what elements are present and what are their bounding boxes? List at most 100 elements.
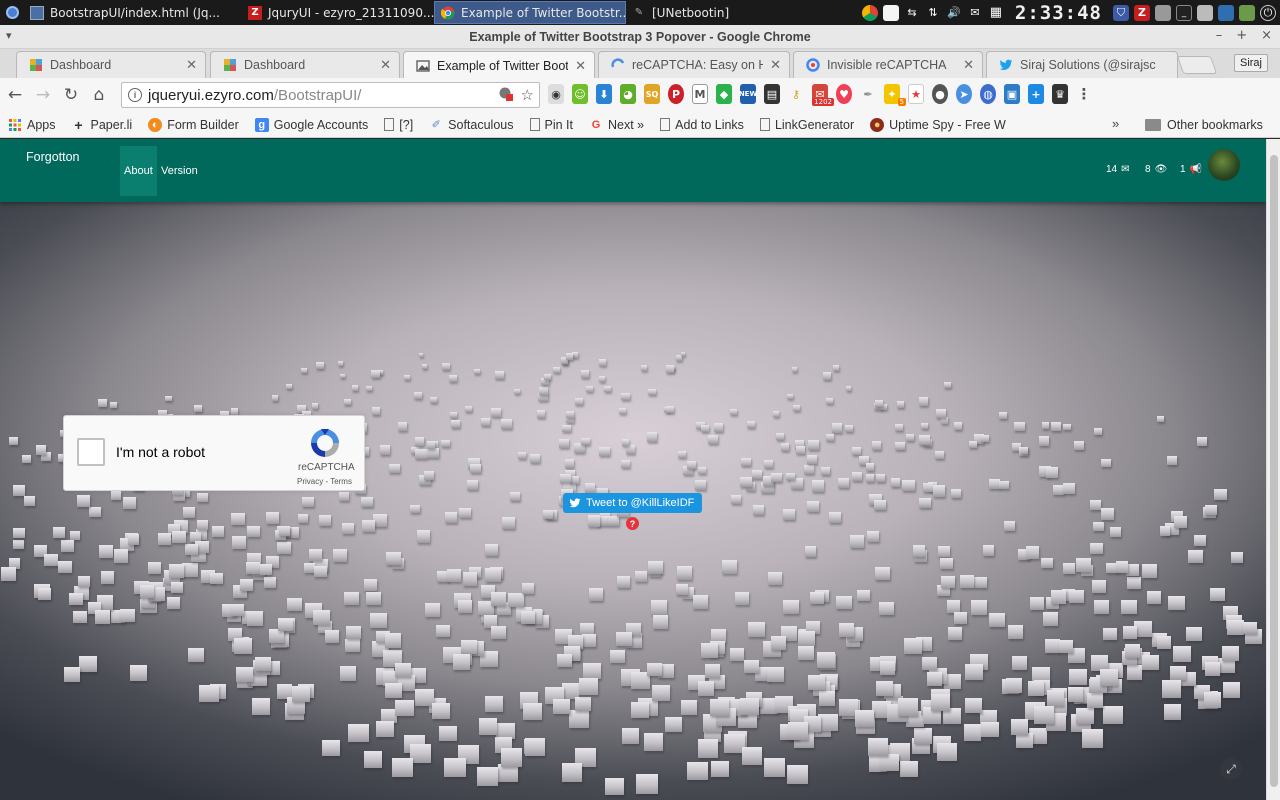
transfer-arrows-icon[interactable]: ⇅	[925, 5, 941, 21]
link-extension-icon[interactable]: ➤	[956, 84, 972, 104]
forward-button[interactable]: →	[30, 82, 56, 108]
background-cube	[339, 373, 345, 379]
folder-tray-icon[interactable]	[1155, 4, 1171, 21]
crown-extension-icon[interactable]: ♛	[1052, 84, 1068, 104]
scrollbar-thumb[interactable]	[1270, 155, 1278, 787]
globe-extension-icon[interactable]: ◍	[980, 84, 996, 104]
mail-tray-icon[interactable]: ✉	[967, 5, 983, 21]
tweet-to-button[interactable]: Tweet to @KillLikeIDF	[563, 493, 702, 513]
new-tab-button[interactable]	[1176, 56, 1218, 74]
terminal-icon[interactable]: _	[1176, 4, 1192, 21]
network-plug-icon[interactable]: ⇆	[904, 5, 920, 21]
chrome-menu-icon[interactable]: ⋮	[1076, 84, 1092, 104]
filezilla-tray-icon[interactable]: Z	[1134, 4, 1150, 21]
bookmark-linkgenerator[interactable]: LinkGenerator	[752, 118, 862, 132]
maximize-button[interactable]: +	[1236, 28, 1247, 43]
background-cube	[23, 495, 36, 506]
recaptcha-privacy-terms-links[interactable]: Privacy - Terms	[297, 477, 352, 486]
tab-dashboard-2[interactable]: Dashboard ✕	[210, 51, 400, 78]
tab-twitter-bootstrap-popover[interactable]: Example of Twitter Boot ✕	[403, 51, 595, 79]
expand-arrow-icon[interactable]: ⤢	[1220, 758, 1242, 780]
camera-extension-icon[interactable]: ●	[932, 84, 948, 104]
tab-close-icon[interactable]: ✕	[186, 57, 197, 73]
screenshot-extension-icon[interactable]: ▣	[1004, 84, 1020, 104]
site-info-icon[interactable]: i	[128, 88, 142, 102]
bookmarks-overflow-chevron[interactable]: »	[1112, 116, 1119, 131]
shield-extension-icon[interactable]: M	[692, 84, 708, 104]
page-scrollbar[interactable]	[1266, 139, 1280, 800]
plus-extension-icon[interactable]: +	[1028, 84, 1044, 104]
bookmark-uptime-spy[interactable]: ● Uptime Spy - Free W	[862, 117, 1014, 132]
bookmark-google-accounts[interactable]: g Google Accounts	[247, 117, 377, 132]
bookmark-paperli[interactable]: + Paper.li	[64, 117, 141, 133]
user-avatar[interactable]	[1208, 149, 1240, 181]
views-stat[interactable]: 8 👁	[1145, 164, 1167, 175]
messages-stat[interactable]: 14 ✉	[1106, 164, 1130, 175]
tab-close-icon[interactable]: ✕	[380, 57, 391, 73]
shield-tray-icon[interactable]: ⛉	[1113, 4, 1129, 21]
minimize-button[interactable]: –	[1216, 28, 1223, 43]
nav-about[interactable]: About	[120, 146, 157, 196]
gmail-extension-icon[interactable]: ✉ 1202	[812, 84, 834, 106]
close-window-button[interactable]: ×	[1261, 28, 1272, 43]
document-tray-icon[interactable]	[882, 4, 899, 21]
volume-icon[interactable]: 🔊	[946, 5, 962, 21]
background-cube	[1091, 579, 1106, 593]
bookmark-add-to-links[interactable]: Add to Links	[652, 118, 752, 132]
download-extension-icon[interactable]: ⬇	[596, 84, 612, 104]
bookmark-softaculous[interactable]: ✐ Softaculous	[421, 118, 521, 132]
other-bookmarks[interactable]: Other bookmarks	[1145, 112, 1263, 138]
popover-help-marker[interactable]: ?	[626, 517, 639, 530]
bookmark-pin-it[interactable]: Pin It	[522, 118, 582, 132]
profile-button[interactable]: Siraj	[1233, 54, 1268, 72]
tab-close-icon[interactable]: ✕	[770, 57, 781, 73]
frog-extension-icon[interactable]: ☺	[572, 84, 588, 104]
background-cube	[266, 512, 280, 524]
star-extension-icon[interactable]: ★	[908, 84, 924, 104]
tab-recaptcha-easy[interactable]: reCAPTCHA: Easy on Hu ✕	[598, 51, 790, 78]
seoquake-icon[interactable]: SQ	[644, 84, 660, 104]
feedly-icon[interactable]: ◆	[716, 84, 732, 104]
address-bar[interactable]: i jqueryui.ezyro.com/BootstrapUI/ ☆	[121, 82, 540, 108]
nav-version[interactable]: Version	[157, 146, 202, 196]
film-extension-icon[interactable]: ▤	[764, 84, 780, 104]
window-menu-icon[interactable]: ▾	[6, 29, 12, 42]
image-viewer-icon[interactable]	[1239, 4, 1255, 21]
screenshot-tray-icon[interactable]	[1218, 4, 1234, 21]
alerts-stat[interactable]: 1 📢	[1180, 164, 1202, 175]
eye-extension-icon[interactable]: ◉	[548, 84, 564, 104]
news-extension-icon[interactable]: NEW	[739, 84, 757, 104]
recaptcha-checkbox[interactable]	[77, 438, 105, 466]
monster-extension-icon[interactable]: ◕	[620, 84, 636, 104]
calculator-icon[interactable]: ▦	[988, 5, 1004, 21]
taskbar-task-bootstrapui[interactable]: BootstrapUI/index.html (Jq...	[24, 1, 242, 24]
bookmark-star-icon[interactable]: ☆	[521, 86, 534, 105]
tab-close-icon[interactable]: ✕	[963, 57, 974, 73]
bookmark-next[interactable]: G Next »	[581, 118, 652, 132]
taskbar-task-chrome[interactable]: Example of Twitter Bootstr...	[434, 1, 626, 24]
home-button[interactable]: ⌂	[86, 82, 112, 108]
reload-button[interactable]: ↻	[58, 82, 84, 108]
tab-siraj-twitter[interactable]: Siraj Solutions (@sirajsc	[986, 51, 1178, 78]
chrome-tray-icon[interactable]	[861, 4, 878, 21]
cookie-blocked-icon[interactable]	[498, 86, 513, 105]
taskbar-task-filezilla[interactable]: Z JquryUI - ezyro_21311090...	[242, 1, 434, 24]
tab-close-icon[interactable]: ✕	[575, 58, 586, 74]
pocket-extension-icon[interactable]: ♥	[836, 84, 852, 104]
tab-invisible-recaptcha[interactable]: Invisible reCAPTCHA ✕	[793, 51, 983, 78]
back-button[interactable]: ←	[2, 82, 28, 108]
bulb-extension-icon[interactable]: ✦ 5	[884, 84, 906, 106]
clock[interactable]: 2:33:48	[1015, 2, 1102, 24]
power-icon[interactable]: ⏻	[1260, 4, 1276, 21]
tab-dashboard-1[interactable]: Dashboard ✕	[16, 51, 206, 78]
pinterest-icon[interactable]: P	[668, 84, 684, 104]
bookmark-form-builder[interactable]: ◐ Form Builder	[140, 117, 247, 132]
pen-extension-icon[interactable]: ✒	[860, 84, 876, 104]
navbar-brand[interactable]: Forgotton	[26, 150, 80, 164]
key-extension-icon[interactable]: ⚷	[788, 84, 804, 104]
disk-tray-icon[interactable]	[1197, 4, 1213, 21]
start-menu-button[interactable]	[0, 0, 24, 25]
bookmark-question[interactable]: [?]	[376, 118, 421, 132]
taskbar-task-unetbootin[interactable]: ✎ [UNetbootin]	[626, 1, 746, 24]
bookmark-apps[interactable]: Apps	[0, 118, 64, 132]
